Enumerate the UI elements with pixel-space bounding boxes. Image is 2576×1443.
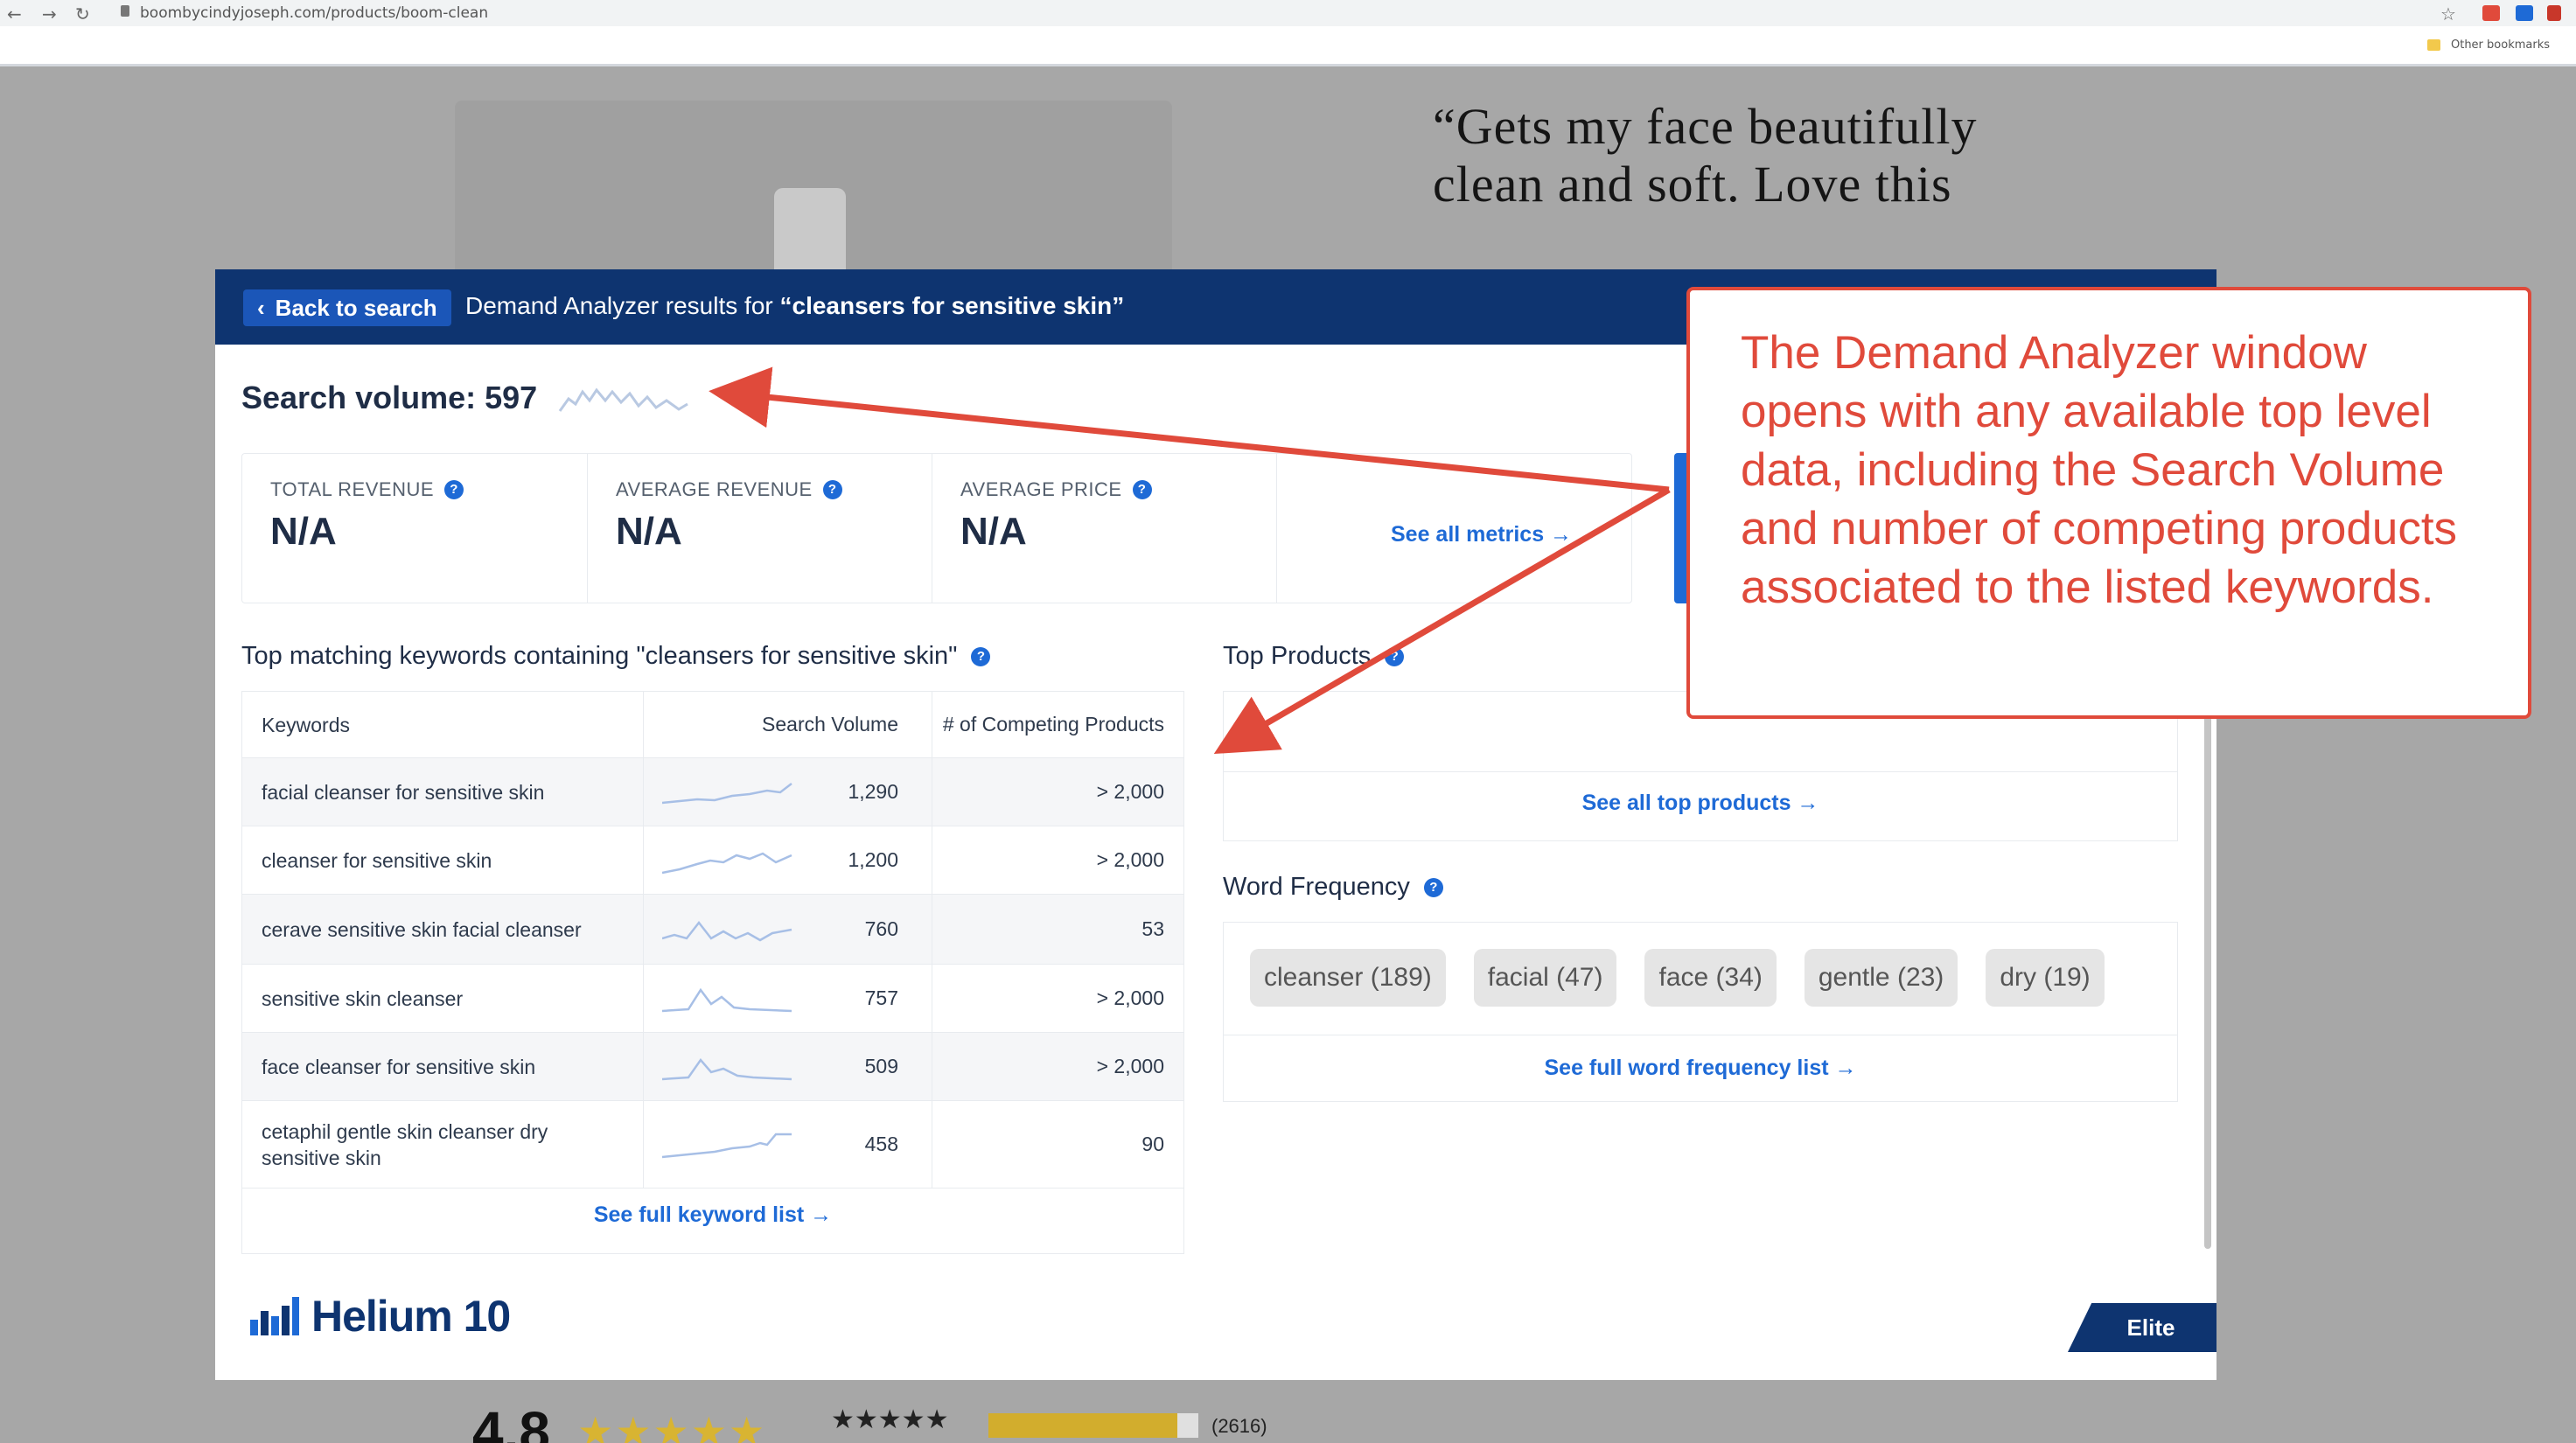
arrow-to-top-products [1213,486,1671,755]
arrow-to-search-volume [709,366,1670,493]
annotation-arrows [709,366,1671,755]
